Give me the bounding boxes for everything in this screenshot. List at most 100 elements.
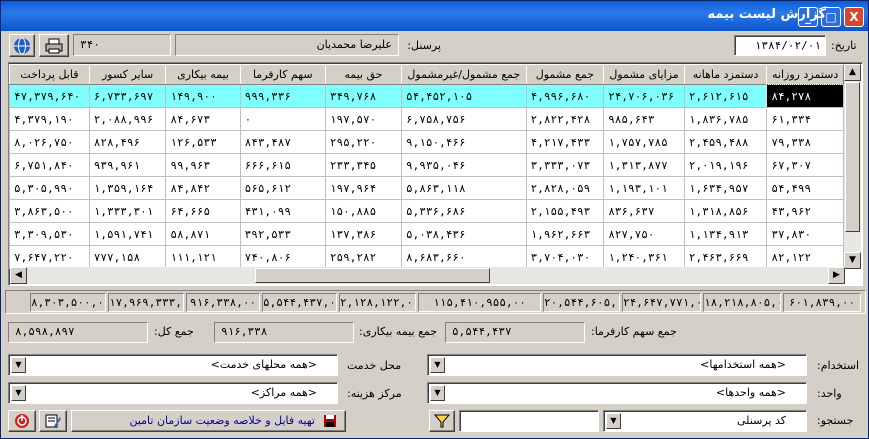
table-cell[interactable]: ۳,۳۳۳,۰۷۳ bbox=[525, 153, 605, 177]
table-cell[interactable]: ۵۸,۸۷۱ bbox=[165, 222, 241, 246]
chevron-down-icon[interactable]: ▼ bbox=[11, 357, 26, 373]
table-cell[interactable]: ۵۶۵,۶۱۲ bbox=[239, 176, 326, 200]
table-cell[interactable]: ۸,۰۲۶,۷۵۰ bbox=[9, 130, 90, 154]
table-cell[interactable]: ۸۲,۱۲۲ bbox=[766, 245, 844, 269]
table-cell[interactable]: ۳۷,۸۳۰ bbox=[766, 222, 844, 246]
table-cell[interactable]: ۲۵۹,۲۸۲ bbox=[324, 245, 403, 269]
table-cell[interactable]: ۵,۸۶۳,۱۱۸ bbox=[401, 176, 527, 200]
table-cell[interactable]: ۱,۳۳۳,۳۰۱ bbox=[88, 199, 167, 223]
table-row[interactable]: ۵۴,۴۹۹ ۱,۶۳۴,۹۵۷ ۱,۱۹۳,۱۰۱ ۲,۸۲۸,۰۵۹ ۵,۸۶۳,۱… bbox=[9, 176, 844, 200]
table-row[interactable]: ۴۳,۹۶۲ ۱,۳۱۸,۸۵۶ ۸۳۶,۶۳۷ ۲,۱۵۵,۴۹۳ ۵,۳۳۶,۶۸۶… bbox=[9, 199, 844, 223]
chevron-down-icon[interactable]: ▼ bbox=[11, 385, 26, 401]
table-cell[interactable]: ۸۳۶,۶۳۷ bbox=[603, 199, 685, 223]
table-cell[interactable]: ۲,۴۵۹,۴۸۸ bbox=[683, 130, 768, 154]
table-cell[interactable]: ۱,۸۳۶,۷۸۵ bbox=[683, 107, 768, 131]
table-cell[interactable]: ۹,۹۳۵,۰۴۶ bbox=[401, 153, 527, 177]
table-cell[interactable]: ۲۹۵,۲۲۰ bbox=[324, 130, 403, 154]
column-header[interactable]: بیمه بیکاری bbox=[165, 64, 241, 85]
table-cell[interactable]: ۲,۰۸۸,۹۹۶ bbox=[88, 107, 167, 131]
table-cell[interactable]: ۲,۱۵۵,۴۹۳ bbox=[525, 199, 605, 223]
column-header[interactable]: جمع مشمول bbox=[525, 64, 605, 85]
table-row[interactable]: ۸۲,۱۲۲ ۲,۴۶۳,۶۶۹ ۱,۲۴۰,۳۶۱ ۳,۷۰۴,۰۳۰ ۸,۶۸۳,۶… bbox=[9, 245, 844, 269]
employment-select[interactable]: <همه استخدامها> ▼ bbox=[427, 354, 807, 376]
scroll-up-icon[interactable]: ▲ bbox=[844, 64, 861, 81]
scroll-right-icon[interactable]: ▶ bbox=[828, 267, 845, 284]
table-cell[interactable]: ۹,۱۵۰,۴۶۶ bbox=[401, 130, 527, 154]
globe-button[interactable] bbox=[9, 34, 35, 57]
horizontal-scroll-thumb[interactable] bbox=[255, 268, 490, 283]
table-cell[interactable]: ۳,۳۰۹,۵۳۰ bbox=[9, 222, 90, 246]
insurance-grid[interactable]: دستمزد روزانه دستمزد ماهانه مزایای مشمول جم… bbox=[8, 62, 863, 286]
table-cell[interactable]: ۱,۹۶۲,۶۶۳ bbox=[525, 222, 605, 246]
table-cell[interactable]: ۹۹۹,۳۳۶ bbox=[239, 84, 326, 108]
edit-button[interactable] bbox=[39, 410, 67, 432]
table-cell[interactable]: ۵۴,۴۵۲,۱۰۵ bbox=[401, 84, 527, 108]
exit-button[interactable] bbox=[8, 410, 36, 432]
table-cell[interactable]: ۹۸۵,۶۴۳ bbox=[603, 107, 685, 131]
table-cell[interactable]: ۱,۲۴۰,۳۶۱ bbox=[603, 245, 685, 269]
table-cell[interactable]: ۱,۵۹۱,۷۴۱ bbox=[88, 222, 167, 246]
table-cell[interactable]: ۷۴۰,۸۰۶ bbox=[239, 245, 326, 269]
table-cell[interactable]: ۱,۱۹۳,۱۰۱ bbox=[603, 176, 685, 200]
table-cell[interactable]: ۸۲۷,۷۵۰ bbox=[603, 222, 685, 246]
search-field-select[interactable]: کد پرسنلی ▼ bbox=[603, 410, 807, 432]
table-cell[interactable]: ۶,۷۵۱,۸۴۰ bbox=[9, 153, 90, 177]
table-cell[interactable]: ۱,۶۳۴,۹۵۷ bbox=[683, 176, 768, 200]
table-row[interactable]: ۷۹,۳۳۸ ۲,۴۵۹,۴۸۸ ۱,۷۵۷,۷۸۵ ۴,۲۱۷,۴۳۳ ۹,۱۵۰,۴… bbox=[9, 130, 844, 154]
table-cell[interactable]: ۵,۳۰۵,۹۹۰ bbox=[9, 176, 90, 200]
table-cell[interactable]: ۱,۱۳۴,۹۱۳ bbox=[683, 222, 768, 246]
column-header[interactable]: قابل پرداخت bbox=[9, 64, 90, 85]
table-cell[interactable]: ۲,۰۱۹,۱۹۶ bbox=[683, 153, 768, 177]
table-cell[interactable]: ۳,۷۰۴,۰۳۰ bbox=[525, 245, 605, 269]
table-cell[interactable]: ۹۹,۹۶۳ bbox=[165, 153, 241, 177]
table-cell[interactable]: ۶۴,۶۶۵ bbox=[165, 199, 241, 223]
table-cell[interactable]: ۱۹۷,۵۷۰ bbox=[324, 107, 403, 131]
column-header[interactable]: مزایای مشمول bbox=[603, 64, 685, 85]
table-cell[interactable]: ۸۴۳,۴۸۷ bbox=[239, 130, 326, 154]
table-cell[interactable]: ۷,۶۴۷,۲۲۰ bbox=[9, 245, 90, 269]
table-cell[interactable]: ۸,۶۸۳,۶۶۰ bbox=[401, 245, 527, 269]
table-cell[interactable]: ۲۳۳,۳۴۵ bbox=[324, 153, 403, 177]
table-cell[interactable]: ۴,۲۱۷,۴۳۳ bbox=[525, 130, 605, 154]
table-cell[interactable]: ۲,۸۲۸,۰۵۹ bbox=[525, 176, 605, 200]
table-cell[interactable]: ۸۴,۸۴۲ bbox=[165, 176, 241, 200]
column-header[interactable]: سهم کارفرما bbox=[239, 64, 326, 85]
table-cell[interactable]: ۴۷,۳۷۹,۶۴۰ bbox=[9, 84, 90, 108]
table-cell[interactable]: ۱۹۷,۹۶۴ bbox=[324, 176, 403, 200]
table-cell[interactable]: ۹۳۹,۹۶۱ bbox=[88, 153, 167, 177]
scroll-down-icon[interactable]: ▼ bbox=[844, 252, 861, 269]
table-cell[interactable]: ۶,۷۳۳,۶۹۷ bbox=[88, 84, 167, 108]
column-header[interactable]: جمع مشمول/غیرمشمول bbox=[401, 64, 527, 85]
table-cell[interactable]: ۶۶۶,۶۱۵ bbox=[239, 153, 326, 177]
generate-file-button[interactable]: تهیه فایل و خلاصه وضعیت سازمان تامین bbox=[71, 410, 346, 432]
table-cell[interactable]: ۴,۳۷۹,۱۹۰ bbox=[9, 107, 90, 131]
table-row[interactable]: ۶۱,۳۳۴ ۱,۸۳۶,۷۸۵ ۹۸۵,۶۴۳ ۲,۸۲۲,۴۲۸ ۶,۷۵۸,۷۵۶… bbox=[9, 107, 844, 131]
table-cell[interactable]: ۱۳۷,۳۸۶ bbox=[324, 222, 403, 246]
table-cell[interactable]: ۲,۸۲۲,۴۲۸ bbox=[525, 107, 605, 131]
table-cell[interactable]: ۶۱,۳۳۴ bbox=[766, 107, 844, 131]
scroll-left-icon[interactable]: ◀ bbox=[10, 267, 27, 284]
chevron-down-icon[interactable]: ▼ bbox=[430, 385, 445, 401]
table-cell[interactable]: ۱۲۶,۵۳۳ bbox=[165, 130, 241, 154]
table-cell[interactable]: ۵۴,۴۹۹ bbox=[766, 176, 844, 200]
table-cell[interactable]: ۳,۸۶۳,۵۰۰ bbox=[9, 199, 90, 223]
table-cell[interactable]: ۱,۳۱۳,۸۷۷ bbox=[603, 153, 685, 177]
table-cell[interactable]: ۴,۹۹۶,۶۸۰ bbox=[525, 84, 605, 108]
table-cell[interactable]: ۰ bbox=[239, 107, 326, 131]
table-cell[interactable]: ۴۳,۹۶۲ bbox=[766, 199, 844, 223]
horizontal-scrollbar[interactable]: ◀ ▶ bbox=[10, 267, 845, 284]
table-cell[interactable]: ۱۵۰,۸۸۵ bbox=[324, 199, 403, 223]
column-header[interactable]: سایر کسور bbox=[88, 64, 167, 85]
table-cell[interactable]: ۸۲۸,۴۹۶ bbox=[88, 130, 167, 154]
table-cell[interactable]: ۶,۷۵۸,۷۵۶ bbox=[401, 107, 527, 131]
service-location-select[interactable]: <همه محلهای خدمت> ▼ bbox=[8, 354, 338, 376]
chevron-down-icon[interactable]: ▼ bbox=[430, 357, 445, 373]
column-header[interactable]: حق بیمه bbox=[324, 64, 403, 85]
filter-button[interactable] bbox=[429, 410, 455, 432]
cost-center-select[interactable]: <همه مراکز> ▼ bbox=[8, 382, 338, 404]
table-cell[interactable]: ۱,۳۵۹,۱۶۴ bbox=[88, 176, 167, 200]
table-cell[interactable]: ۲,۶۱۲,۶۱۵ bbox=[683, 84, 768, 108]
date-input[interactable]: ۱۳۸۴/۰۲/۰۱ bbox=[734, 35, 826, 56]
vertical-scrollbar[interactable]: ▲ ▼ bbox=[844, 64, 861, 269]
print-button[interactable] bbox=[39, 34, 69, 57]
